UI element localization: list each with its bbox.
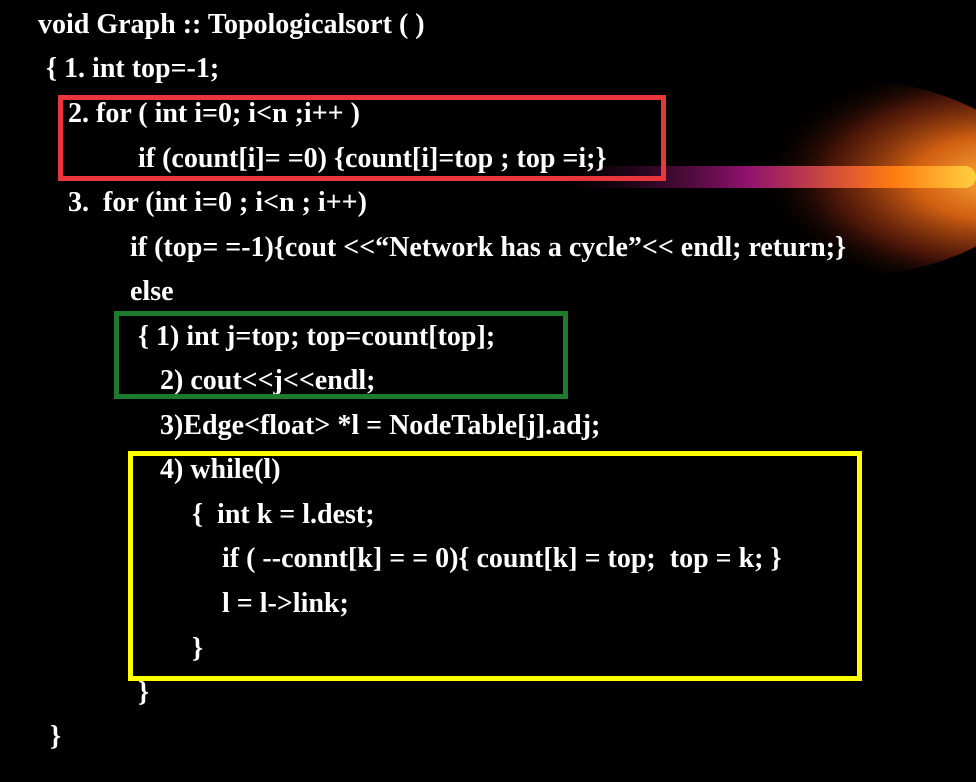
code-line: else: [130, 276, 174, 307]
code-line: }: [138, 677, 150, 708]
code-line: { 1. int top=-1;: [46, 53, 220, 84]
highlight-box-green: [114, 311, 568, 399]
code-line: if (top= =-1){cout <<“Network has a cycl…: [130, 232, 847, 263]
highlight-box-yellow: [128, 451, 862, 681]
code-header: void Graph :: Topologicalsort ( ): [38, 9, 425, 40]
slide: void Graph :: Topologicalsort ( ) { 1. i…: [0, 0, 976, 782]
code-line: 3)Edge<float> *l = NodeTable[j].adj;: [160, 410, 601, 441]
code-line: 3. for (int i=0 ; i<n ; i++): [68, 187, 367, 218]
code-line: }: [50, 721, 62, 752]
highlight-box-red: [58, 95, 666, 181]
